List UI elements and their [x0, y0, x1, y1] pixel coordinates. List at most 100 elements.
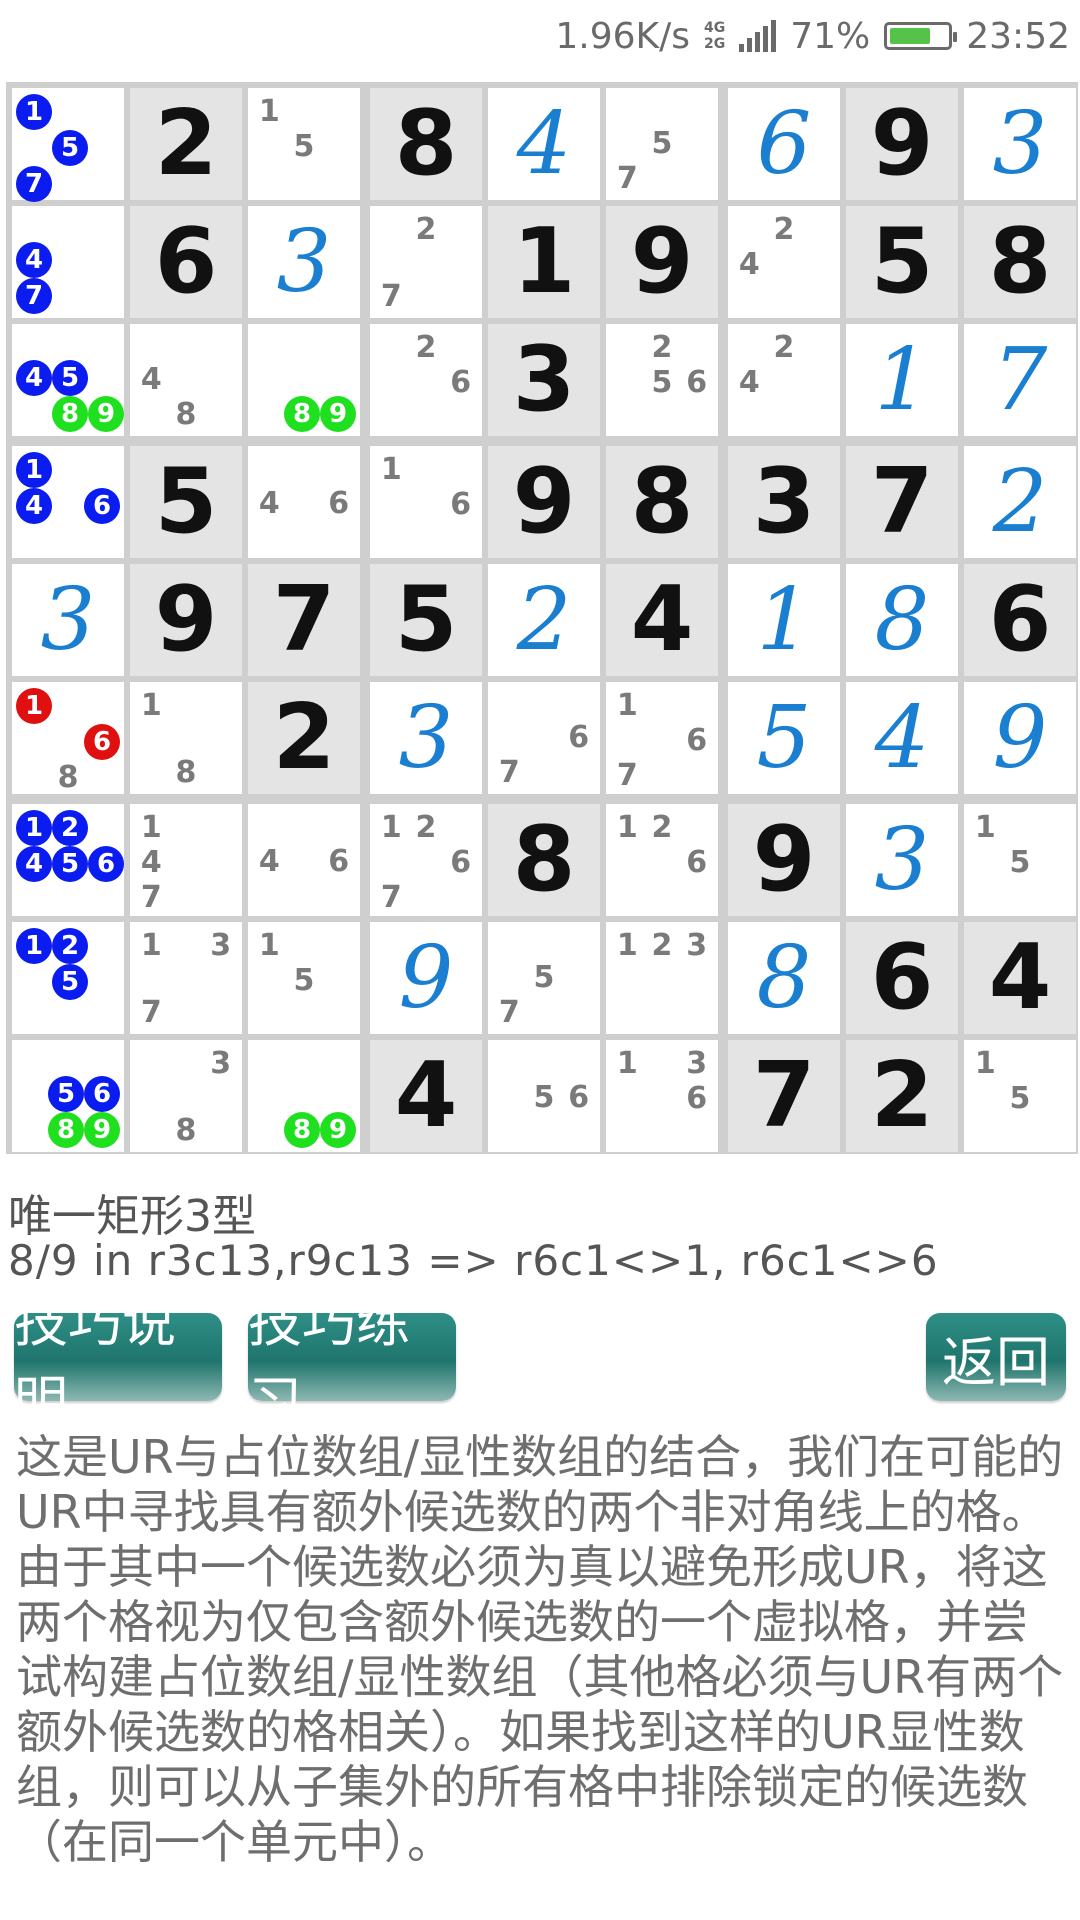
cell-r8c9[interactable]: 4: [964, 922, 1076, 1034]
technique-practice-button[interactable]: 技巧练习: [248, 1291, 456, 1433]
cell-r4c5[interactable]: 9: [488, 446, 600, 558]
cell-r4c6[interactable]: 8: [606, 446, 718, 558]
cell-r9c3[interactable]: 89: [248, 1040, 360, 1152]
cell-r1c9[interactable]: 3: [964, 88, 1076, 200]
cell-r2c9[interactable]: 8: [964, 206, 1076, 318]
user-digit: 3: [992, 94, 1048, 194]
user-digit: 7: [992, 330, 1048, 430]
blue-candidate: 1: [16, 452, 52, 488]
cell-r3c9[interactable]: 7: [964, 324, 1076, 436]
candidate: 7: [616, 161, 638, 196]
cell-r4c8[interactable]: 7: [846, 446, 958, 558]
cell-r5c3[interactable]: 7: [248, 564, 360, 676]
cell-r3c1[interactable]: 4589: [12, 324, 124, 436]
given-digit: 5: [154, 449, 218, 554]
cell-r2c3[interactable]: 3: [248, 206, 360, 318]
cell-r2c4[interactable]: 27: [370, 206, 482, 318]
candidate-grid: 57: [492, 928, 596, 1030]
candidate: 1: [140, 688, 162, 723]
cell-r3c2[interactable]: 48: [130, 324, 242, 436]
cell-r2c7[interactable]: 24: [728, 206, 840, 318]
cell-r5c6[interactable]: 4: [606, 564, 718, 676]
cell-r9c9[interactable]: 15: [964, 1040, 1076, 1152]
cell-r6c1[interactable]: 168: [12, 682, 124, 795]
cell-r7c3[interactable]: 46: [248, 804, 360, 916]
cell-r7c2[interactable]: 147: [130, 804, 242, 916]
cell-r5c5[interactable]: 2: [488, 564, 600, 676]
cell-r8c7[interactable]: 8: [728, 922, 840, 1034]
cell-r1c4[interactable]: 8: [370, 88, 482, 200]
cell-r7c1[interactable]: 12456: [12, 804, 124, 916]
cell-r8c8[interactable]: 6: [846, 922, 958, 1034]
cell-r5c1[interactable]: 3: [12, 564, 124, 676]
cell-r5c8[interactable]: 8: [846, 564, 958, 676]
cell-r5c2[interactable]: 9: [130, 564, 242, 676]
cell-r2c8[interactable]: 5: [846, 206, 958, 318]
cell-r7c6[interactable]: 126: [606, 804, 718, 916]
cell-r3c7[interactable]: 24: [728, 324, 840, 436]
cell-r7c5[interactable]: 8: [488, 804, 600, 916]
cell-r5c4[interactable]: 5: [370, 564, 482, 676]
cell-r3c5[interactable]: 3: [488, 324, 600, 436]
cell-r9c1[interactable]: 5689: [12, 1040, 124, 1152]
cell-r3c6[interactable]: 256: [606, 324, 718, 436]
given-digit: 8: [394, 91, 458, 196]
candidate: 5: [651, 365, 673, 400]
candidate: 7: [140, 880, 162, 915]
cell-r4c3[interactable]: 46: [248, 446, 360, 558]
cell-r6c6[interactable]: 1 6 7: [606, 682, 718, 794]
cell-r1c7[interactable]: 6: [728, 88, 840, 200]
technique-explain-button[interactable]: 技巧说明: [14, 1291, 222, 1433]
cell-r7c8[interactable]: 3: [846, 804, 958, 916]
cell-r1c1[interactable]: 157: [12, 88, 124, 202]
cell-r8c6[interactable]: 123: [606, 922, 718, 1034]
cell-r2c5[interactable]: 1: [488, 206, 600, 318]
cell-r9c2[interactable]: 38: [130, 1040, 242, 1152]
cell-r1c5[interactable]: 4: [488, 88, 600, 200]
cell-r9c8[interactable]: 2: [846, 1040, 958, 1152]
cell-r9c7[interactable]: 7: [728, 1040, 840, 1152]
cell-r9c4[interactable]: 4: [370, 1040, 482, 1152]
back-button[interactable]: 返回: [926, 1313, 1066, 1401]
cell-r5c9[interactable]: 6: [964, 564, 1076, 676]
cell-r1c2[interactable]: 2: [130, 88, 242, 200]
signal-icon: [739, 20, 777, 52]
cell-r9c6[interactable]: 1 36: [606, 1040, 718, 1152]
cell-r8c2[interactable]: 1 3 7: [130, 922, 242, 1034]
cell-r6c2[interactable]: 18: [130, 682, 242, 794]
candidate-grid: 15: [252, 928, 356, 1030]
cell-r1c8[interactable]: 9: [846, 88, 958, 200]
cell-r8c1[interactable]: 125: [12, 922, 124, 1034]
cell-r6c5[interactable]: 67: [488, 682, 600, 794]
cell-r2c1[interactable]: 47: [12, 206, 124, 318]
cell-r9c5[interactable]: 56: [488, 1040, 600, 1152]
cell-r2c6[interactable]: 9: [606, 206, 718, 318]
cell-r6c3[interactable]: 2: [248, 682, 360, 794]
cell-r6c8[interactable]: 4: [846, 682, 958, 794]
cell-r6c4[interactable]: 3: [370, 682, 482, 794]
cell-r6c7[interactable]: 5: [728, 682, 840, 794]
cell-r8c5[interactable]: 57: [488, 922, 600, 1034]
cell-r3c4[interactable]: 26: [370, 324, 482, 436]
sudoku-board[interactable]: 1572158457693476327192458458948892632562…: [6, 82, 1078, 1154]
candidate: 2: [773, 212, 795, 247]
cell-r2c2[interactable]: 6: [130, 206, 242, 318]
cell-r3c8[interactable]: 1: [846, 324, 958, 436]
cell-r8c4[interactable]: 9: [370, 922, 482, 1034]
cell-r7c7[interactable]: 9: [728, 804, 840, 916]
cell-r5c7[interactable]: 1: [728, 564, 840, 676]
cell-r7c4[interactable]: 126 7: [370, 804, 482, 916]
cell-r1c3[interactable]: 15: [248, 88, 360, 200]
cell-r6c9[interactable]: 9: [964, 682, 1076, 794]
candidate-grid: 67: [492, 688, 596, 790]
cell-r4c1[interactable]: 146: [12, 446, 124, 558]
cell-r4c2[interactable]: 5: [130, 446, 242, 558]
cell-r4c4[interactable]: 16: [370, 446, 482, 558]
candidate: 3: [686, 1046, 708, 1081]
cell-r4c7[interactable]: 3: [728, 446, 840, 558]
cell-r1c6[interactable]: 57: [606, 88, 718, 200]
cell-r7c9[interactable]: 15: [964, 804, 1076, 916]
cell-r8c3[interactable]: 15: [248, 922, 360, 1034]
cell-r4c9[interactable]: 2: [964, 446, 1076, 558]
cell-r3c3[interactable]: 89: [248, 324, 360, 436]
